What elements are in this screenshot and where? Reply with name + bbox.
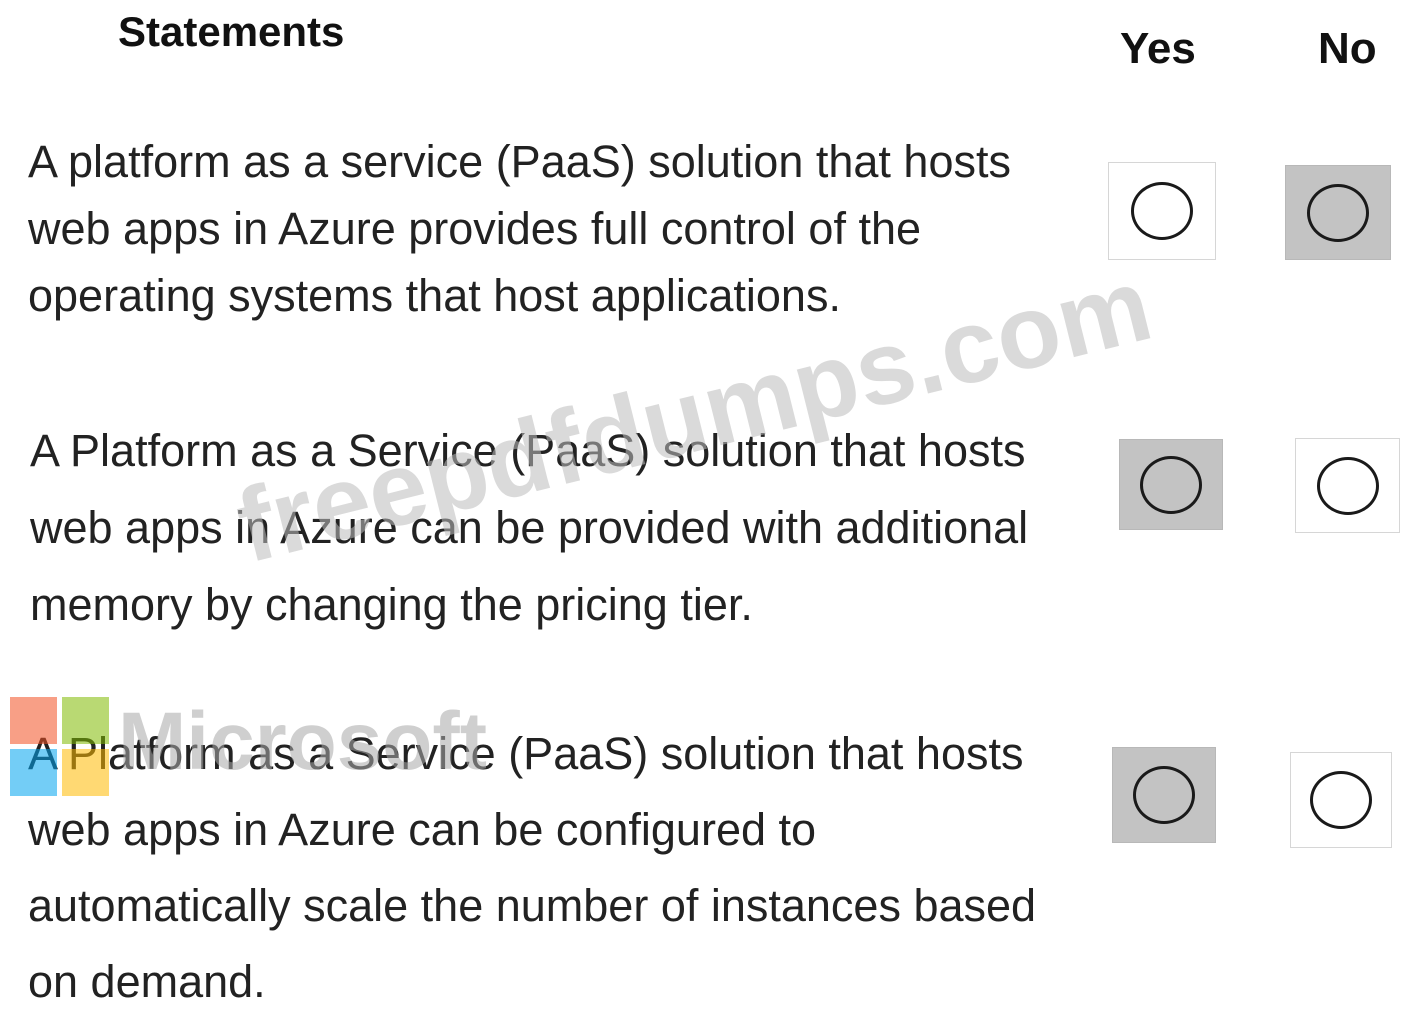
radio-circle-icon[interactable] <box>1133 766 1195 824</box>
statement-2-line-1: A Platform as a Service (PaaS) solution … <box>30 425 1026 476</box>
statement-1-line-3: operating systems that host applications… <box>28 270 841 321</box>
statement-1-no-option[interactable] <box>1285 165 1391 260</box>
statement-1-yes-option[interactable] <box>1108 162 1216 260</box>
statement-3-line-4: on demand. <box>28 956 266 1007</box>
statements-header: Statements <box>118 8 345 55</box>
statement-2-no-option[interactable] <box>1295 438 1400 533</box>
statement-2-line-2: web apps in Azure can be provided with a… <box>30 502 1029 553</box>
statement-3-line-3: automatically scale the number of instan… <box>28 880 1037 931</box>
yes-header: Yes <box>1120 24 1196 73</box>
radio-circle-icon[interactable] <box>1316 456 1379 515</box>
statement-2-yes-option[interactable] <box>1119 439 1223 530</box>
radio-circle-icon[interactable] <box>1307 183 1369 242</box>
statement-1-line-2: web apps in Azure provides full control … <box>28 203 922 254</box>
no-header: No <box>1318 24 1377 73</box>
statement-1: A platform as a service (PaaS) solution … <box>28 128 1088 329</box>
statement-3-line-2: web apps in Azure can be configured to <box>28 804 817 855</box>
statement-2: A Platform as a Service (PaaS) solution … <box>30 412 1090 643</box>
radio-circle-icon[interactable] <box>1310 771 1372 829</box>
statement-3: A Platform as a Service (PaaS) solution … <box>28 716 1088 1020</box>
statement-2-line-3: memory by changing the pricing tier. <box>30 579 753 630</box>
radio-circle-icon[interactable] <box>1131 182 1193 240</box>
statement-3-no-option[interactable] <box>1290 752 1392 848</box>
statement-3-line-1: A Platform as a Service (PaaS) solution … <box>28 728 1024 779</box>
statement-3-yes-option[interactable] <box>1112 747 1216 843</box>
radio-circle-icon[interactable] <box>1140 455 1202 514</box>
statement-1-line-1: A platform as a service (PaaS) solution … <box>28 136 1011 187</box>
